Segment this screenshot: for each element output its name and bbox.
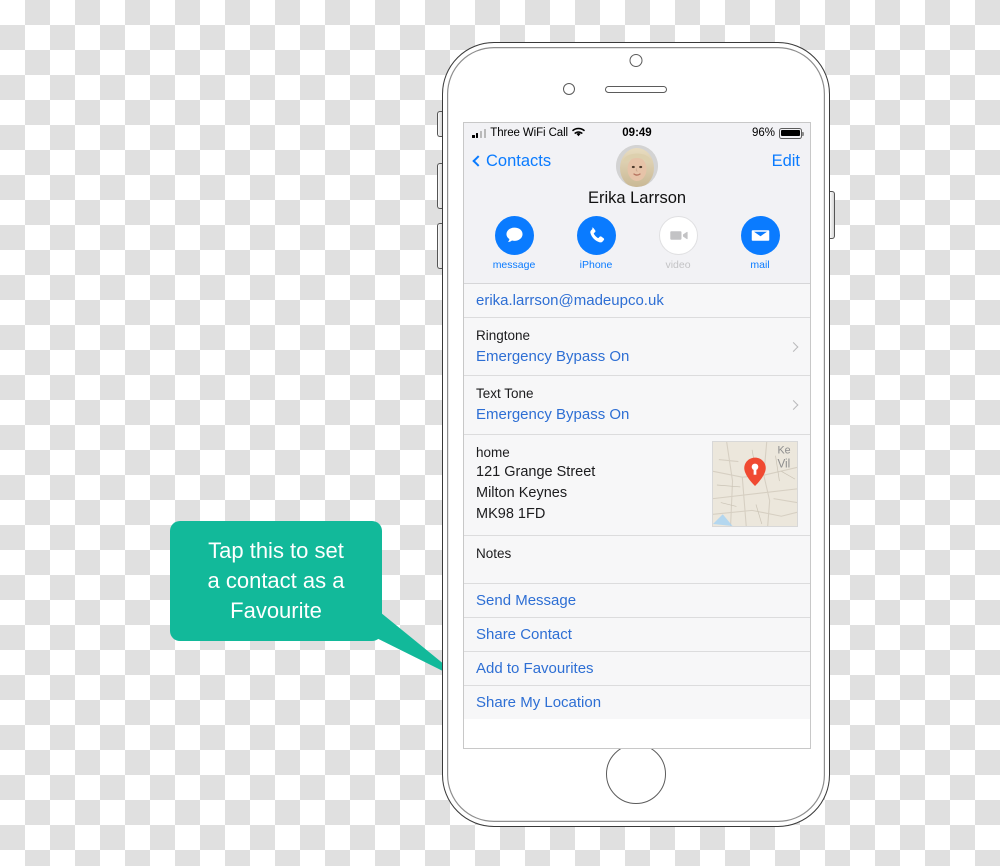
status-bar-right: 96%: [751, 127, 805, 139]
callout-line-1: Tap this to set: [208, 538, 344, 563]
avatar[interactable]: [616, 145, 658, 187]
home-button[interactable]: [606, 744, 666, 804]
svg-text:Vil: Vil: [777, 457, 790, 470]
address-line-2: Milton Keynes: [476, 485, 568, 502]
earpiece-speaker: [605, 86, 667, 93]
add-to-favourites-row[interactable]: Add to Favourites: [464, 652, 810, 686]
callout-text-block: Tap this to set a contact as a Favourite: [172, 523, 380, 639]
callout-line-2: a contact as a: [207, 568, 345, 593]
battery-full-icon: [779, 127, 805, 139]
ringtone-value: Emergency Bypass On: [476, 347, 630, 365]
email-row[interactable]: erika.larrson@madeupco.uk: [464, 284, 810, 318]
mail-action-label: mail: [750, 259, 770, 271]
send-message-label: Send Message: [476, 591, 577, 609]
video-action-button: video: [652, 216, 704, 271]
text-tone-value: Emergency Bypass On: [476, 405, 630, 423]
battery-percent-label: 96%: [751, 127, 775, 139]
share-my-location-row[interactable]: Share My Location: [464, 686, 810, 719]
email-value: erika.larrson@madeupco.uk: [476, 292, 664, 309]
message-action-button[interactable]: message: [488, 216, 540, 271]
notes-label: Notes: [476, 545, 512, 561]
phone-action-button[interactable]: iPhone: [570, 216, 622, 271]
avatar-photo: [616, 145, 658, 187]
iphone-frame: Three WiFi Call 09:49 96% Contacts Edit …: [437, 42, 835, 827]
phone-handset-icon: [576, 216, 616, 255]
share-my-location-label: Share My Location: [476, 693, 602, 711]
callout-line-3: Favourite: [230, 598, 322, 623]
envelope-icon: [740, 216, 780, 255]
share-contact-label: Share Contact: [476, 625, 572, 643]
page-canvas: Tap this to set a contact as a Favourite…: [0, 0, 1000, 866]
text-tone-row[interactable]: Text Tone Emergency Bypass On: [464, 376, 810, 435]
phone-action-label: iPhone: [579, 259, 613, 271]
ringtone-row[interactable]: Ringtone Emergency Bypass On: [464, 318, 810, 377]
front-camera-icon: [629, 54, 643, 67]
proximity-sensor-icon: [563, 83, 575, 95]
back-button-label: Contacts: [486, 151, 552, 170]
address-line-1: 121 Grange Street: [476, 464, 596, 481]
silent-switch-button[interactable]: [437, 111, 442, 137]
video-camera-icon: [658, 216, 698, 255]
volume-up-button[interactable]: [437, 163, 442, 209]
power-button[interactable]: [830, 191, 835, 239]
signal-bars-icon: [472, 128, 487, 138]
contact-header: Contacts Edit Erika Larrson message iPho…: [464, 143, 810, 284]
wifi-icon: [572, 127, 585, 140]
back-to-contacts-button[interactable]: Contacts: [472, 151, 552, 171]
chevron-left-icon: [472, 155, 484, 167]
address-text: home 121 Grange Street Milton Keynes MK9…: [476, 443, 712, 526]
contact-detail-list: erika.larrson@madeupco.uk Ringtone Emerg…: [464, 284, 810, 719]
phone-screen: Three WiFi Call 09:49 96% Contacts Edit …: [463, 122, 811, 749]
mail-action-button[interactable]: mail: [734, 216, 786, 271]
address-line-3: MK98 1FD: [476, 506, 546, 523]
message-action-label: message: [492, 259, 536, 271]
map-thumbnail[interactable]: Ke Vil: [712, 440, 798, 527]
edit-button[interactable]: Edit: [772, 152, 800, 171]
address-row[interactable]: home 121 Grange Street Milton Keynes MK9…: [464, 435, 810, 536]
send-message-row[interactable]: Send Message: [464, 584, 810, 618]
text-tone-label: Text Tone: [476, 386, 534, 402]
svg-text:Ke: Ke: [777, 444, 790, 456]
add-to-favourites-label: Add to Favourites: [476, 659, 594, 677]
ringtone-label: Ringtone: [476, 328, 531, 343]
video-action-label: video: [665, 259, 691, 271]
volume-down-button[interactable]: [437, 223, 442, 269]
share-contact-row[interactable]: Share Contact: [464, 618, 810, 652]
status-bar: Three WiFi Call 09:49 96%: [464, 123, 810, 143]
status-bar-left: Three WiFi Call: [472, 127, 585, 140]
address-type-label: home: [476, 444, 510, 460]
notes-row[interactable]: Notes: [464, 536, 810, 584]
navigation-bar: Contacts Edit: [464, 143, 810, 187]
carrier-label: Three WiFi Call: [490, 127, 568, 139]
contact-action-buttons: message iPhone video mail: [464, 216, 810, 283]
message-bubble-icon: [494, 216, 534, 255]
